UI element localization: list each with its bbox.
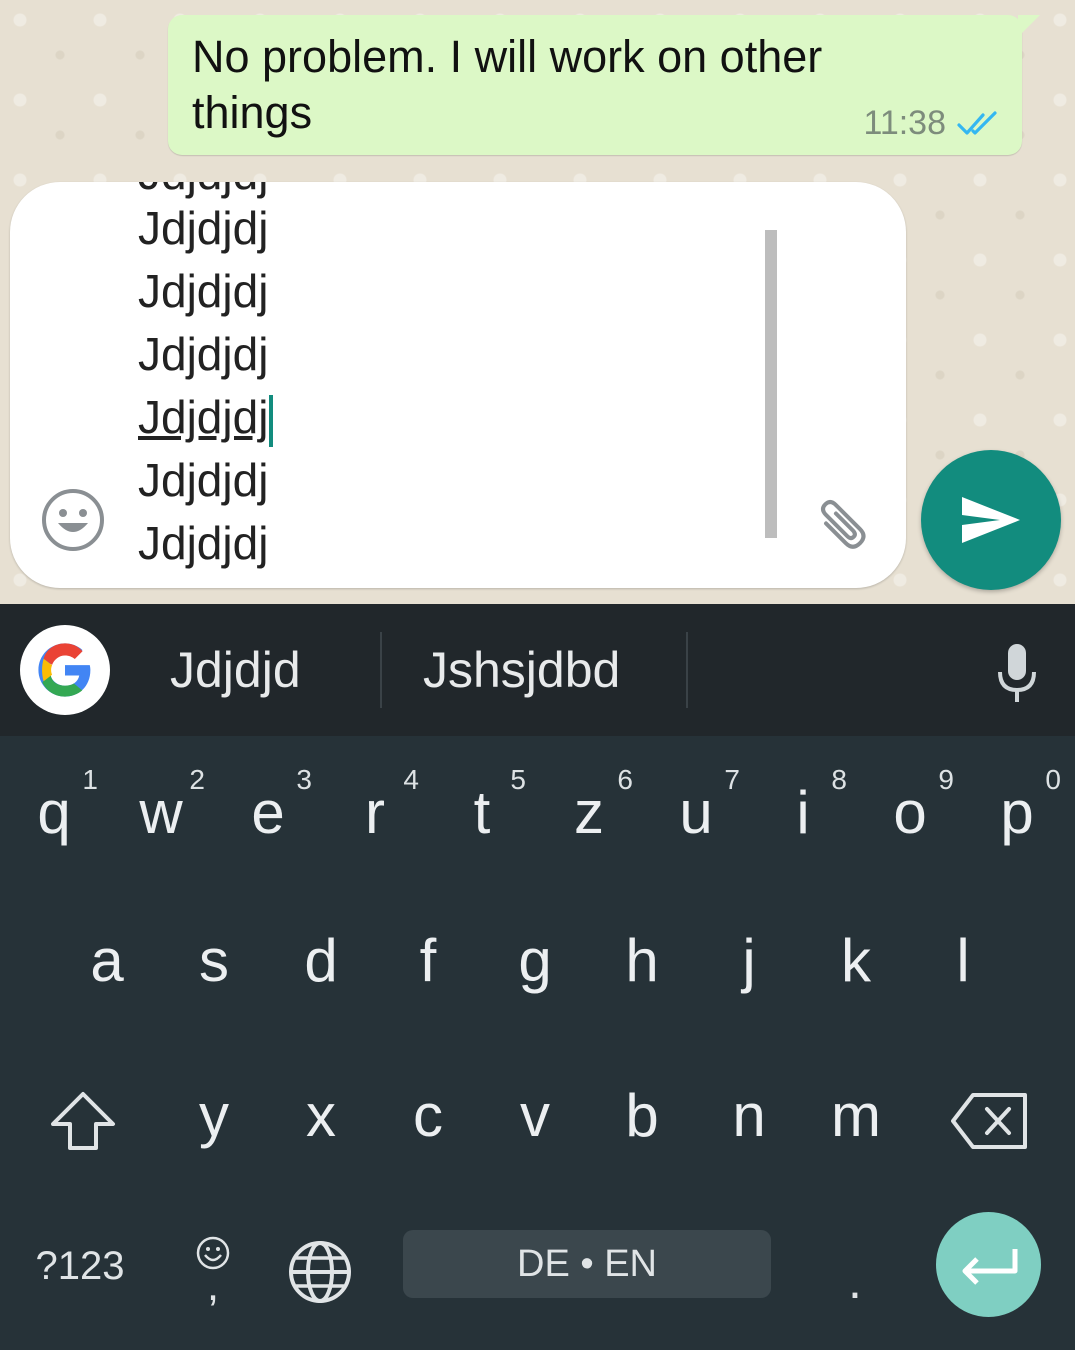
key-b[interactable]: b bbox=[592, 1081, 692, 1171]
suggestion-item[interactable]: Jshsjdbd bbox=[423, 638, 620, 702]
backspace-key[interactable] bbox=[944, 1076, 1034, 1166]
outgoing-message-bubble[interactable]: No problem. I will work on other things … bbox=[168, 15, 1040, 155]
text-line: Jdjdjdj bbox=[138, 202, 269, 254]
suggestion-item[interactable]: Jdjdjd bbox=[170, 638, 301, 702]
active-text-line: Jdjdjdj bbox=[138, 386, 274, 448]
symbols-key[interactable]: ?123 bbox=[20, 1236, 140, 1296]
key-label: u bbox=[679, 779, 713, 846]
message-text: No problem. I will work on other things bbox=[192, 31, 823, 138]
text-scrollbar[interactable] bbox=[765, 230, 777, 538]
emoji-comma-key[interactable]: , bbox=[178, 1218, 248, 1318]
key-l[interactable]: l bbox=[913, 926, 1013, 1016]
key-a[interactable]: a bbox=[57, 926, 157, 1016]
space-bar[interactable]: DE • EN bbox=[403, 1230, 771, 1298]
key-t[interactable]: 5t bbox=[432, 764, 532, 856]
send-arrow-icon bbox=[962, 497, 1020, 543]
shift-icon bbox=[51, 1092, 115, 1150]
globe-key[interactable] bbox=[284, 1236, 356, 1308]
key-label: i bbox=[796, 779, 810, 846]
key-j[interactable]: j bbox=[699, 926, 799, 1016]
double-check-icon bbox=[957, 110, 997, 135]
enter-icon bbox=[962, 1248, 1017, 1285]
key-g[interactable]: g bbox=[485, 926, 585, 1016]
text-line: Jdjdjdj bbox=[138, 328, 269, 380]
key-f[interactable]: f bbox=[378, 926, 478, 1016]
smiley-icon[interactable] bbox=[40, 487, 106, 553]
send-button[interactable] bbox=[921, 450, 1061, 590]
key-n[interactable]: n bbox=[699, 1081, 799, 1171]
backspace-icon bbox=[951, 1093, 1027, 1149]
keyboard: 1q 2w 3e 4r 5t 6z 7u 8i 9o 0p a s d f g … bbox=[0, 736, 1075, 1350]
key-c[interactable]: c bbox=[378, 1081, 478, 1171]
enter-key[interactable] bbox=[936, 1212, 1041, 1317]
google-g-icon[interactable] bbox=[20, 625, 110, 715]
key-r[interactable]: 4r bbox=[325, 764, 425, 856]
chat-background: No problem. I will work on other things … bbox=[0, 0, 1075, 604]
message-meta: 11:38 bbox=[863, 104, 1000, 143]
key-label: o bbox=[893, 779, 927, 846]
key-label: t bbox=[473, 779, 491, 846]
message-text-field[interactable]: Jdjdjdj Jdjdjdj Jdjdjdj Jdjdjdj Jdjdjdj … bbox=[138, 182, 758, 588]
suggestion-strip: Jdjdjd Jshsjdbd bbox=[0, 604, 1075, 736]
key-m[interactable]: m bbox=[806, 1081, 906, 1171]
key-w[interactable]: 2w bbox=[111, 764, 211, 856]
key-q[interactable]: 1q bbox=[4, 764, 104, 856]
key-s[interactable]: s bbox=[164, 926, 264, 1016]
key-label: p bbox=[1000, 779, 1034, 846]
key-label: z bbox=[574, 779, 604, 846]
key-e[interactable]: 3e bbox=[218, 764, 318, 856]
comma-label: , bbox=[206, 1261, 220, 1310]
key-v[interactable]: v bbox=[485, 1081, 585, 1171]
message-input-box[interactable]: Jdjdjdj Jdjdjdj Jdjdjdj Jdjdjdj Jdjdjdj … bbox=[10, 182, 906, 588]
shift-key[interactable] bbox=[38, 1076, 128, 1166]
text-line: Jdjdjdj bbox=[138, 265, 269, 317]
microphone-icon[interactable] bbox=[992, 642, 1042, 704]
period-key[interactable]: . bbox=[820, 1246, 890, 1316]
key-o[interactable]: 9o bbox=[860, 764, 960, 856]
text-cursor bbox=[269, 394, 274, 447]
active-word: Jdjdjdj bbox=[138, 391, 269, 443]
text-line: Jdjdjdj bbox=[138, 517, 269, 569]
key-label: r bbox=[365, 779, 385, 846]
key-i[interactable]: 8i bbox=[753, 764, 853, 856]
message-time: 11:38 bbox=[863, 104, 946, 142]
key-z[interactable]: 6z bbox=[539, 764, 639, 856]
key-h[interactable]: h bbox=[592, 926, 692, 1016]
key-label: e bbox=[251, 779, 285, 846]
key-u[interactable]: 7u bbox=[646, 764, 746, 856]
suggestion-divider bbox=[380, 632, 382, 708]
key-label: w bbox=[139, 779, 183, 846]
text-line: Jdjdjdj bbox=[138, 454, 269, 506]
suggestion-divider bbox=[686, 632, 688, 708]
key-x[interactable]: x bbox=[271, 1081, 371, 1171]
key-d[interactable]: d bbox=[271, 926, 371, 1016]
google-logo bbox=[38, 643, 91, 697]
key-p[interactable]: 0p bbox=[967, 764, 1067, 856]
globe-icon bbox=[289, 1241, 351, 1303]
key-k[interactable]: k bbox=[806, 926, 906, 1016]
paperclip-icon[interactable] bbox=[808, 487, 878, 557]
key-label: q bbox=[37, 779, 71, 846]
key-y[interactable]: y bbox=[164, 1081, 264, 1171]
